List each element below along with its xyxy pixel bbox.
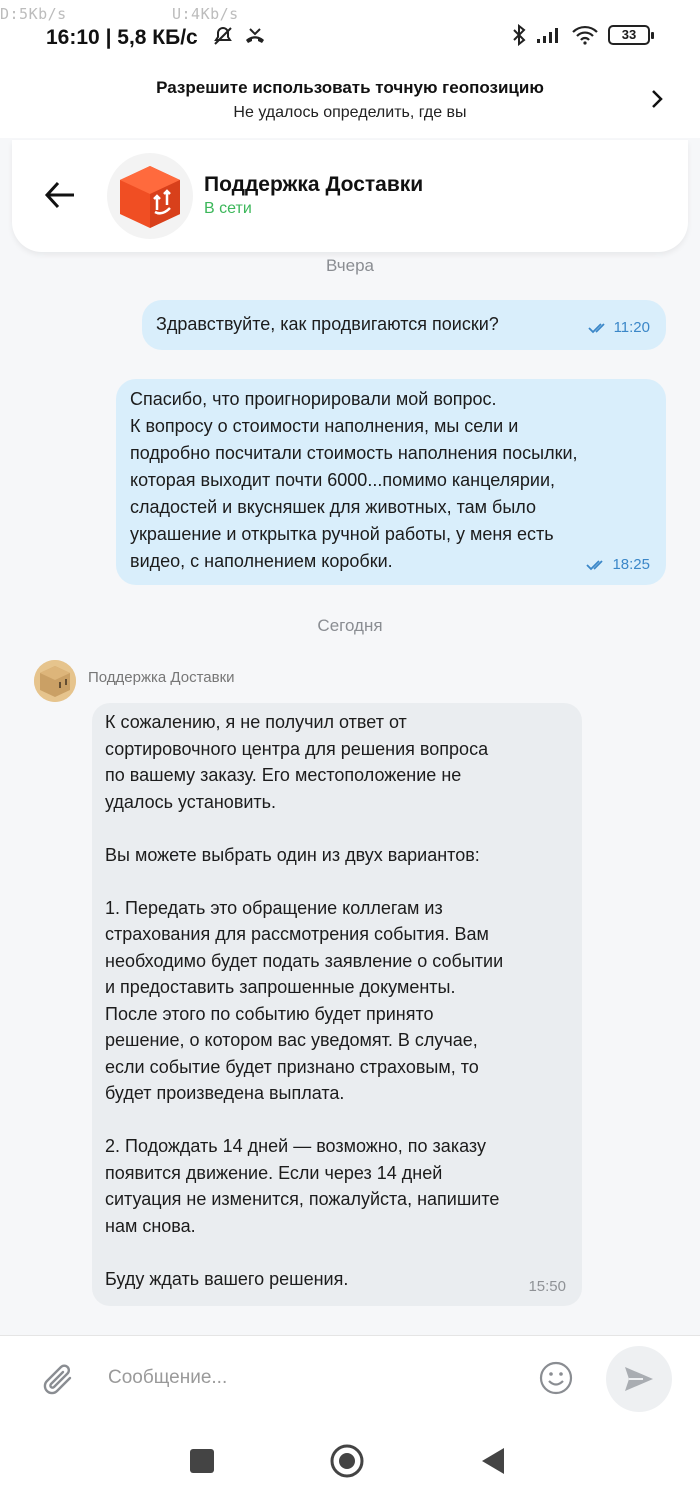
chat-title: Поддержка Доставки xyxy=(204,173,424,196)
online-status: В сети xyxy=(204,200,252,217)
bluetooth-icon xyxy=(513,24,526,46)
date-separator-yesterday: Вчера xyxy=(326,256,374,275)
incoming-message[interactable]: К сожалению, я не получил ответ от сорти… xyxy=(92,703,582,1306)
home-button[interactable] xyxy=(329,1443,365,1479)
recents-button[interactable] xyxy=(184,1443,220,1479)
message-text: К сожалению, я не получил ответ от сорти… xyxy=(105,712,504,1289)
delivery-box-icon xyxy=(120,166,180,228)
delivery-box-icon xyxy=(34,660,76,702)
status-speed: | 5,8 КБ/с xyxy=(105,26,198,49)
message-composer xyxy=(0,1335,700,1421)
emoji-icon[interactable] xyxy=(538,1360,574,1396)
home-circle-icon xyxy=(330,1444,364,1478)
chat-header: Поддержка Доставки В сети xyxy=(12,140,688,252)
message-time: 18:25 xyxy=(612,556,650,573)
contact-avatar[interactable] xyxy=(107,153,193,239)
send-button[interactable] xyxy=(606,1346,672,1412)
status-bar: D:5Kb/s U:4Kb/s 16:10 | 5,8 КБ/с 33 xyxy=(0,0,700,58)
square-icon xyxy=(190,1449,214,1473)
wifi-icon xyxy=(572,25,598,45)
chat-screen: D:5Kb/s U:4Kb/s 16:10 | 5,8 КБ/с 33 Разр… xyxy=(0,0,700,1501)
net-down-speed: D:5Kb/s xyxy=(0,5,67,23)
triangle-back-icon xyxy=(482,1448,504,1474)
back-button[interactable] xyxy=(475,1443,511,1479)
message-text: Здравствуйте, как продвигаются поиски? xyxy=(156,314,499,334)
date-separator-today: Сегодня xyxy=(317,616,383,635)
sender-name: Поддержка Доставки xyxy=(88,669,235,686)
status-time: 16:10 | 5,8 КБ/с xyxy=(46,26,198,49)
message-text: Спасибо, что проигнорировали мой вопрос.… xyxy=(130,389,578,571)
double-check-icon xyxy=(586,559,604,570)
mute-icon xyxy=(214,27,232,45)
system-navigation-bar xyxy=(0,1421,700,1501)
chevron-right-icon[interactable] xyxy=(650,88,664,110)
outgoing-message[interactable]: Здравствуйте, как продвигаются поиски? 1… xyxy=(142,300,666,350)
message-input[interactable] xyxy=(98,1356,518,1400)
send-icon xyxy=(625,1367,653,1391)
double-check-icon xyxy=(587,322,605,333)
net-up-speed: U:4Kb/s xyxy=(172,5,239,23)
message-time: 15:50 xyxy=(528,1278,566,1295)
battery-icon: 33 xyxy=(608,25,654,45)
sender-avatar[interactable] xyxy=(34,660,76,702)
signal-icon xyxy=(537,28,558,43)
message-time: 11:20 xyxy=(613,319,650,336)
geo-banner-title: Разрешите использовать точную геопозицию xyxy=(156,78,544,97)
back-arrow-icon[interactable] xyxy=(44,180,76,210)
geo-banner-subtitle: Не удалось определить, где вы xyxy=(233,104,467,121)
outgoing-message[interactable]: Спасибо, что проигнорировали мой вопрос.… xyxy=(116,379,666,585)
missed-call-icon xyxy=(246,28,264,43)
geo-permission-banner[interactable]: Разрешите использовать точную геопозицию… xyxy=(0,58,700,138)
paperclip-icon[interactable] xyxy=(42,1362,76,1398)
